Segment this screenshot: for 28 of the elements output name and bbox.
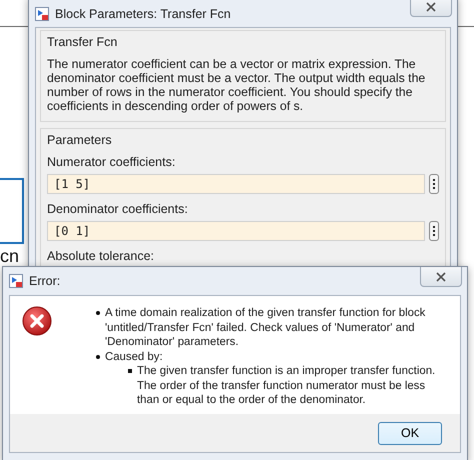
field-label: Numerator coefficients: xyxy=(47,155,176,169)
close-button[interactable] xyxy=(410,0,452,17)
block[interactable] xyxy=(0,178,24,244)
error-message: A time domain realization of the given transfer function for block 'untitled/Transfer Fcn' failed. Check values of 'Numerator' and 'Denominator' parameters. xyxy=(105,306,426,350)
ok-button[interactable]: OK xyxy=(378,422,442,444)
error-icon xyxy=(22,306,52,336)
input-field[interactable]: [1 5] xyxy=(47,174,425,194)
bullet-icon xyxy=(96,311,100,315)
app-icon xyxy=(9,274,23,288)
error-message: Caused by: xyxy=(105,350,163,364)
error-message: The given transfer function is an improper transfer function. The order of the transfer function numerator must be less than or equal to the order of the denominator. xyxy=(137,364,436,408)
bullet-icon xyxy=(96,354,100,358)
window-title: Error: xyxy=(29,274,60,288)
field-label: Absolute tolerance: xyxy=(47,249,156,263)
field-label: Denominator coefficients: xyxy=(47,202,189,216)
description-text: The numerator coefficient can be a vector or matrix expression. The denominator coefficient must be a vector. The output width equals the number of rows in the numerator coefficient. You should specify the coefficients in descending order of powers of s. xyxy=(47,57,426,113)
more-button[interactable] xyxy=(429,221,439,241)
group-title: Parameters xyxy=(47,133,113,147)
window-title: Block Parameters: Transfer Fcn xyxy=(55,7,231,21)
block-label: cn xyxy=(0,246,20,267)
group-title: Transfer Fcn xyxy=(47,35,118,49)
close-icon xyxy=(426,2,436,12)
close-button[interactable] xyxy=(420,267,462,287)
input-field[interactable]: [0 1] xyxy=(47,221,425,241)
bullet-icon xyxy=(128,369,132,373)
more-button[interactable] xyxy=(429,174,439,194)
app-icon xyxy=(35,7,49,21)
close-icon xyxy=(436,272,446,282)
